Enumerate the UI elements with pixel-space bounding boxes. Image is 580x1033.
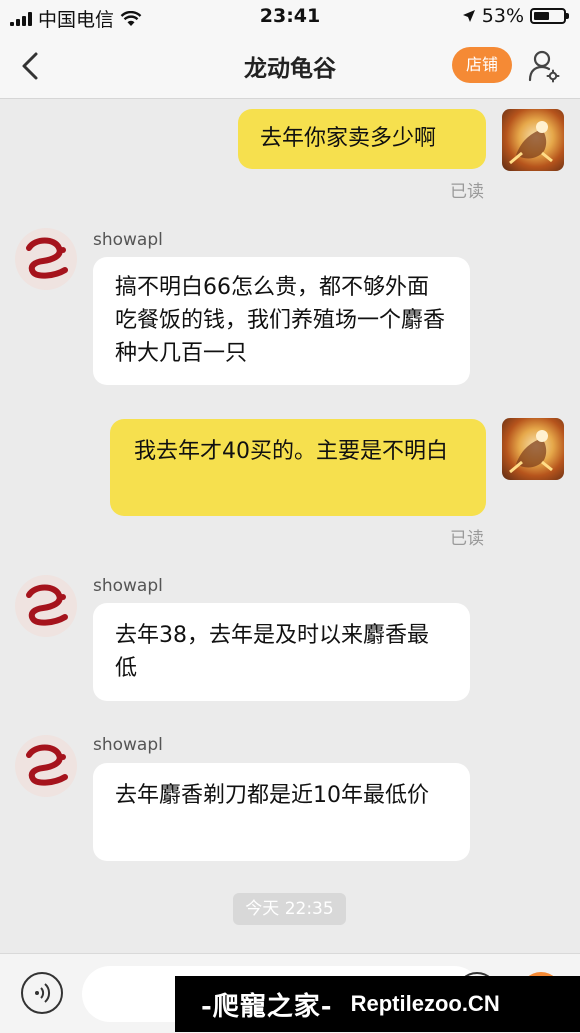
watermark-cn: -爬寵之家-	[201, 991, 333, 1022]
message-bubble-self[interactable]: 去年你家卖多少啊	[238, 109, 486, 169]
read-status: 已读	[450, 182, 484, 202]
message-bubble-other[interactable]: 去年38，去年是及时以来麝香最低	[93, 603, 470, 701]
shop-logo-icon	[26, 584, 68, 626]
nav-bar: 龙动龟谷 店铺	[0, 34, 580, 99]
location-arrow-icon	[462, 10, 475, 22]
avatar-shop[interactable]	[15, 575, 77, 637]
battery-icon	[530, 8, 569, 24]
voice-button[interactable]	[21, 972, 63, 1014]
avatar-self[interactable]	[502, 418, 564, 480]
user-settings-icon[interactable]	[526, 48, 562, 84]
shop-logo-icon	[26, 237, 68, 279]
message-bubble-self[interactable]: 我去年才40买的。主要是不明白	[110, 419, 486, 516]
message-bubble-other[interactable]: 搞不明白66怎么贵，都不够外面吃餐饭的钱，我们养殖场一个麝香种大几百一只	[93, 257, 470, 385]
avatar-image	[509, 430, 553, 474]
voice-icon	[35, 983, 51, 1003]
avatar-shop[interactable]	[15, 228, 77, 290]
time-divider: 今天 22:35	[233, 893, 346, 925]
avatar-image	[509, 121, 553, 165]
avatar-shop[interactable]	[15, 735, 77, 797]
shop-logo-icon	[26, 744, 68, 786]
watermark-banner: -爬寵之家- Reptilezoo.CN	[175, 976, 580, 1032]
watermark-en: Reptilezoo.CN	[350, 991, 500, 1016]
status-bar: 中国电信 23:41 53%	[0, 0, 580, 34]
avatar-self[interactable]	[502, 109, 564, 171]
battery-fill	[534, 12, 549, 20]
sender-name: showapl	[93, 576, 163, 596]
battery-percent: 53%	[481, 5, 524, 27]
read-status: 已读	[450, 529, 484, 549]
sender-name: showapl	[93, 735, 163, 755]
message-bubble-other[interactable]: 去年麝香剃刀都是近10年最低价	[93, 763, 470, 861]
status-right: 53%	[462, 5, 569, 27]
sender-name: showapl	[93, 230, 163, 250]
store-button[interactable]: 店铺	[452, 47, 512, 83]
